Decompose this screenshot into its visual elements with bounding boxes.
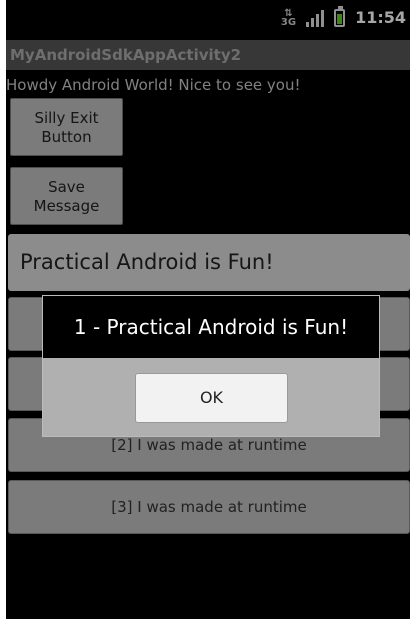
ok-button-label: OK bbox=[199, 388, 224, 407]
dialog-message: 1 - Practical Android is Fun! bbox=[43, 296, 379, 358]
ok-button[interactable]: OK bbox=[135, 373, 288, 423]
device-screen: ⇅ 3G 11:54 MyAndroidSdkAppActivity2 Howdy… bbox=[6, 0, 410, 619]
dialog-button-bar: OK bbox=[43, 358, 379, 436]
alert-dialog: 1 - Practical Android is Fun! OK bbox=[42, 295, 380, 437]
